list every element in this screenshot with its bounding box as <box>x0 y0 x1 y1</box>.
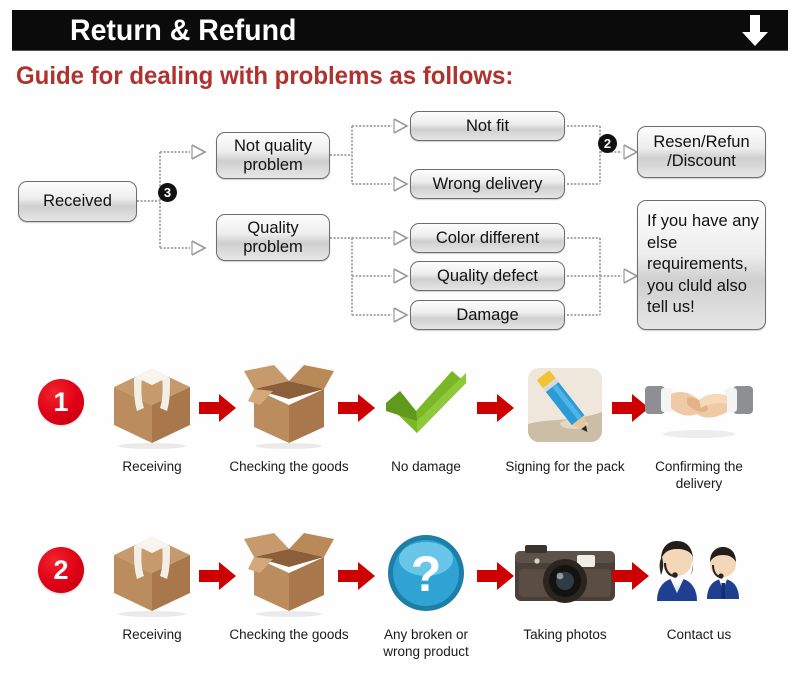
step-label: Signing for the pack <box>505 459 625 474</box>
process-row-2: 2 Receiving Checking the goods ? Any bro… <box>0 523 800 673</box>
question-mark-icon: ? <box>366 527 486 619</box>
step-label: Receiving <box>122 627 182 642</box>
flow-box-damage: Damage <box>410 300 565 330</box>
process-step-broken-or-wrong: ? Any broken or wrong product <box>366 527 486 661</box>
process-row-1: 1 Receiving Checking the goods No damage… <box>0 355 800 515</box>
quality-problem-line1: Quality <box>247 218 299 237</box>
flow-box-resend-refund-discount: Resen/Refun /Discount <box>637 126 766 178</box>
svg-text:?: ? <box>411 546 442 602</box>
flow-box-not-quality-problem: Not quality problem <box>216 132 330 179</box>
handshake-icon <box>639 359 759 451</box>
process-step-no-damage: No damage <box>366 359 486 476</box>
return-refund-infographic: Return & Refund Guide for dealing with p… <box>0 0 800 673</box>
process-step-checking-goods: Checking the goods <box>229 527 349 644</box>
header-bar: Return & Refund <box>12 10 788 50</box>
process-step-contact-us: Contact us <box>639 527 759 644</box>
step-label: No damage <box>391 459 461 474</box>
process-step-taking-photos: Taking photos <box>505 527 625 644</box>
arrow-down-icon <box>742 15 768 46</box>
page-title: Return & Refund <box>70 14 297 47</box>
flowchart: Received 3 Not quality problem Quality p… <box>0 100 800 345</box>
process-step-signing: Signing for the pack <box>505 359 625 476</box>
step-number-2: 2 <box>38 547 84 593</box>
sealed-box-icon <box>92 359 212 451</box>
sealed-box-icon <box>92 527 212 619</box>
open-box-icon <box>229 359 349 451</box>
flow-box-quality-defect: Quality defect <box>410 261 565 291</box>
not-quality-problem-line2: problem <box>243 155 303 174</box>
step-number-1: 1 <box>38 379 84 425</box>
flow-box-received: Received <box>18 181 137 222</box>
quality-problem-line2: problem <box>243 237 303 256</box>
step-label: Confirming the delivery <box>655 459 743 491</box>
not-quality-problem-line1: Not quality <box>234 136 312 155</box>
support-agents-icon <box>639 527 759 619</box>
process-step-receiving: Receiving <box>92 359 212 476</box>
guide-heading: Guide for dealing with problems as follo… <box>16 62 514 90</box>
flow-box-quality-problem: Quality problem <box>216 214 330 261</box>
camera-icon <box>505 527 625 619</box>
step-label: Taking photos <box>523 627 607 642</box>
process-step-confirming-delivery: Confirming the delivery <box>639 359 759 493</box>
process-step-receiving: Receiving <box>92 527 212 644</box>
pencil-signing-icon <box>505 359 625 451</box>
outcome-line1: Resen/Refun <box>653 133 750 152</box>
badge-2: 2 <box>598 134 617 153</box>
step-label: Any broken or wrong product <box>383 627 469 659</box>
step-label: Contact us <box>666 627 732 642</box>
green-check-icon <box>366 359 486 451</box>
outcome-line2: /Discount <box>667 152 736 170</box>
badge-3: 3 <box>158 183 177 202</box>
open-box-icon <box>229 527 349 619</box>
flow-box-color-different: Color different <box>410 223 565 253</box>
process-step-checking-goods: Checking the goods <box>229 359 349 476</box>
flow-box-other-requirements: If you have any else requirements, you c… <box>637 200 766 330</box>
flow-box-wrong-delivery: Wrong delivery <box>410 169 565 199</box>
step-label: Checking the goods <box>229 459 349 474</box>
flow-box-not-fit: Not fit <box>410 111 565 141</box>
step-label: Receiving <box>122 459 182 474</box>
step-label: Checking the goods <box>229 627 349 642</box>
